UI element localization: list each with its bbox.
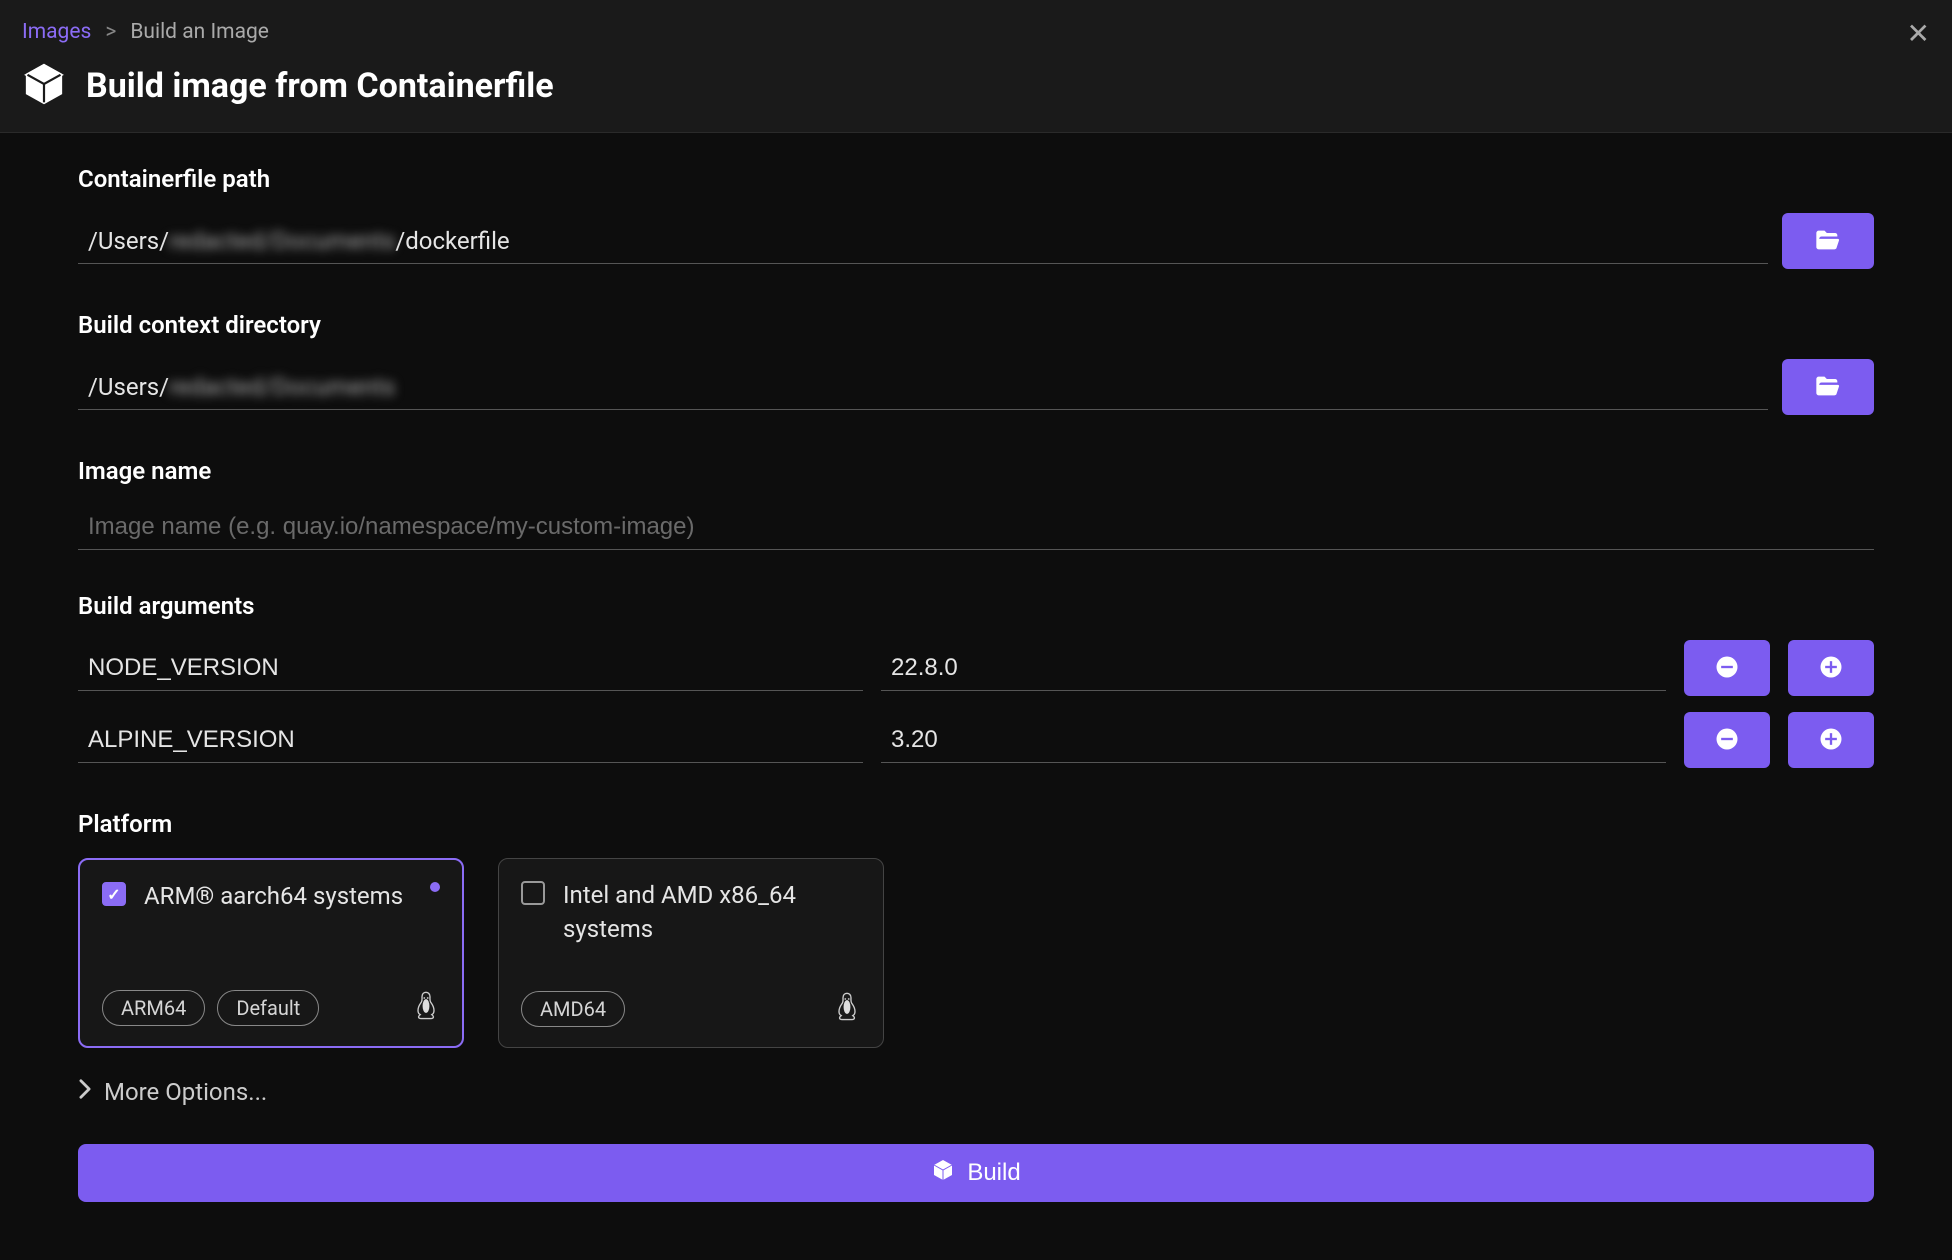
path-redacted: redacted/Documents [169,373,395,401]
linux-icon [412,990,440,1026]
platform-tag: Default [217,990,319,1026]
browse-context-button[interactable] [1782,359,1874,415]
image-name-label: Image name [78,457,1874,485]
more-options-label: More Options... [104,1078,267,1106]
breadcrumb: Images > Build an Image [22,20,1930,44]
add-arg-button[interactable] [1788,712,1874,768]
platform-card-amd64[interactable]: Intel and AMD x86_64 systems AMD64 [498,858,884,1048]
build-arg-value-input[interactable] [881,646,1666,691]
platform-card-arm64[interactable]: ARM® aarch64 systems ARM64 Default [78,858,464,1048]
containerfile-path-input[interactable]: /Users/redacted/Documents/dockerfile [78,219,1768,264]
linux-icon [833,991,861,1027]
breadcrumb-separator: > [105,20,116,44]
title-row: Build image from Containerfile [22,62,1930,110]
folder-open-icon [1814,372,1842,403]
page-title: Build image from Containerfile [86,66,554,106]
build-arg-row [78,640,1874,696]
field-build-context: Build context directory /Users/redacted/… [78,311,1874,415]
field-image-name: Image name [78,457,1874,550]
platform-tag: ARM64 [102,990,205,1026]
platform-checkbox[interactable] [102,882,126,906]
plus-circle-icon [1817,725,1845,756]
minus-circle-icon [1713,653,1741,684]
platform-label: Platform [78,810,1874,838]
chevron-right-icon [78,1078,92,1106]
close-button[interactable]: ✕ [1907,20,1930,48]
remove-arg-button[interactable] [1684,712,1770,768]
build-context-label: Build context directory [78,311,1874,339]
build-button-label: Build [967,1159,1020,1187]
selected-indicator-dot [430,882,440,892]
add-arg-button[interactable] [1788,640,1874,696]
close-icon: ✕ [1907,18,1930,49]
browse-containerfile-button[interactable] [1782,213,1874,269]
build-arg-key-input[interactable] [78,718,863,763]
path-prefix: /Users/ [88,373,169,401]
field-platform: Platform ARM® aarch64 systems ARM64 Defa… [78,810,1874,1106]
build-button[interactable]: Build [78,1144,1874,1202]
path-prefix: /Users/ [88,227,169,255]
breadcrumb-images-link[interactable]: Images [22,20,91,44]
field-containerfile-path: Containerfile path /Users/redacted/Docum… [78,165,1874,269]
path-redacted: redacted/Documents [169,227,395,255]
platform-checkbox[interactable] [521,881,545,905]
build-arg-value-input[interactable] [881,718,1666,763]
form-content: Containerfile path /Users/redacted/Docum… [0,133,1952,1222]
cube-icon [931,1158,955,1189]
image-name-input[interactable] [78,505,1874,550]
platform-card-label: Intel and AMD x86_64 systems [563,879,861,946]
page-header: Images > Build an Image ✕ Build image fr… [0,0,1952,133]
platform-card-label: ARM® aarch64 systems [144,880,403,914]
build-arg-key-input[interactable] [78,646,863,691]
build-context-input[interactable]: /Users/redacted/Documents [78,365,1768,410]
folder-open-icon [1814,226,1842,257]
minus-circle-icon [1713,725,1741,756]
containerfile-path-label: Containerfile path [78,165,1874,193]
remove-arg-button[interactable] [1684,640,1770,696]
plus-circle-icon [1817,653,1845,684]
more-options-toggle[interactable]: More Options... [78,1078,1874,1106]
build-arg-row [78,712,1874,768]
field-build-arguments: Build arguments [78,592,1874,768]
path-suffix: /dockerfile [395,227,509,255]
cube-icon [22,62,66,110]
breadcrumb-current: Build an Image [130,20,269,44]
build-arguments-label: Build arguments [78,592,1874,620]
platform-tag: AMD64 [521,991,625,1027]
